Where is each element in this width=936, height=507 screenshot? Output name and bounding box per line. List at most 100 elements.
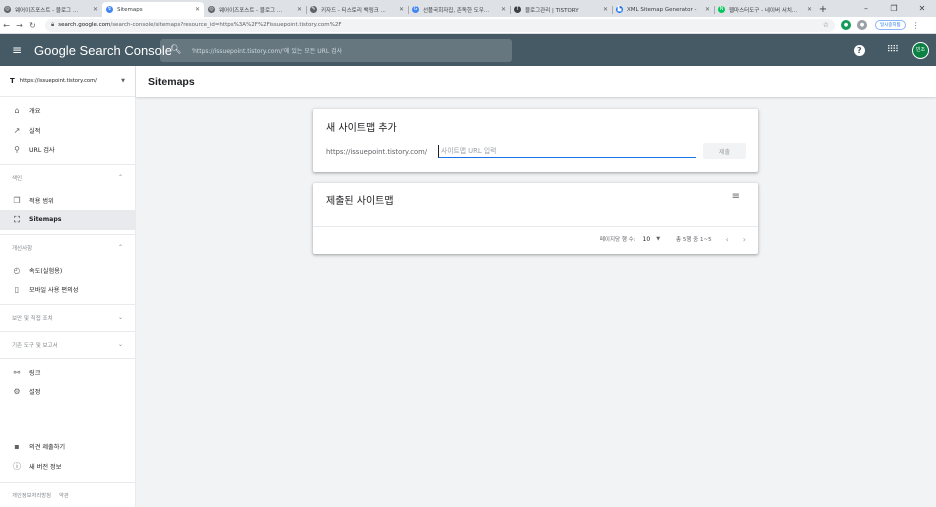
address-bar[interactable]: 🔒︎ search.google.com /search-console/sit… <box>45 18 835 32</box>
feedback-icon: ▪ <box>14 442 20 452</box>
tab-favicon-icon: G <box>412 6 419 13</box>
sidebar-item-label: URL 검사 <box>29 147 55 155</box>
add-sitemap-title: 새 사이트맵 추가 <box>326 123 397 134</box>
sidebar-item-url-inspection[interactable]: ⚲ URL 검사 <box>0 140 135 160</box>
sidebar-item-label: 새 버전 정보 <box>29 463 62 471</box>
sidebar-item-label: 개요 <box>29 108 41 116</box>
browser-tab[interactable]: ◎ 웨어이즈포스트 - 블로그 ... ✕ <box>0 2 102 17</box>
section-enhancements-header[interactable]: 개선사항 ⌃ <box>0 233 135 261</box>
sidebar-item-performance[interactable]: ↗ 실적 <box>0 121 135 141</box>
minimize-icon[interactable]: – <box>852 0 880 17</box>
sidebar-item-whats-new[interactable]: ⓘ 새 버전 정보 <box>0 457 135 477</box>
avatar[interactable]: 빈조 <box>912 41 929 59</box>
maximize-icon[interactable]: ❐ <box>880 0 908 17</box>
browser-menu-icon[interactable]: ⋮ <box>912 21 920 30</box>
url-host: search.google.com <box>58 22 111 28</box>
terms-link[interactable]: 약관 <box>59 491 69 499</box>
sidebar-item-label: 의견 제출하기 <box>29 444 66 452</box>
browser-tab[interactable]: N 웹마스터도구 - 네이버 서치... ✕ <box>714 2 816 17</box>
chevron-down-icon: ⌄ <box>117 314 123 321</box>
sidebar-item-coverage[interactable]: ❐ 적용 범위 <box>0 191 135 211</box>
browser-tab[interactable]: T 블로그관리 | TISTORY ✕ <box>510 2 612 17</box>
browser-tab[interactable]: ◎ 웨어이즈포스트 - 블로그 ... ✕ <box>204 2 306 17</box>
footer-links: 개인정보처리방침 약관 <box>0 482 135 507</box>
section-security-header[interactable]: 보안 및 직접 조치 ⌄ <box>0 303 135 331</box>
next-page-icon[interactable]: › <box>743 235 746 244</box>
sitemap-url-input[interactable] <box>438 145 696 158</box>
browser-tab[interactable]: G 선플국회자집, 존독한 도우... ✕ <box>408 2 510 17</box>
close-tab-icon[interactable]: ✕ <box>297 6 302 13</box>
help-icon[interactable]: ? <box>853 44 865 56</box>
forward-icon[interactable]: → <box>13 21 26 30</box>
privacy-link[interactable]: 개인정보처리방침 <box>12 491 51 499</box>
search-icon: 🔍︎ <box>170 45 182 55</box>
sidebar-item-label: 설정 <box>29 389 41 397</box>
phone-icon: ▯ <box>14 285 20 295</box>
close-window-icon[interactable]: ✕ <box>908 0 936 17</box>
profile-pill[interactable]: 일시중지됨 <box>875 20 906 30</box>
search-icon: ⚲ <box>14 145 20 155</box>
page-range: 총 5행 중 1~5 <box>676 237 712 243</box>
apps-grid-icon[interactable]: ⠿⠿ <box>887 45 899 55</box>
url-inspect-search[interactable]: 🔍︎ 'https://issuepoint.tistory.com/'에 있는… <box>160 38 512 62</box>
sidebar-item-speed[interactable]: ◴ 속도(실험용) <box>0 261 135 281</box>
browser-tab[interactable]: ↯ Sitemaps ✕ <box>102 2 204 17</box>
property-selector[interactable]: T https://issuepoint.tistory.com/ ▼ <box>0 66 135 97</box>
home-icon: ⌂ <box>14 106 20 116</box>
submit-button[interactable]: 제출 <box>703 143 746 159</box>
rows-per-page-select[interactable]: 10 <box>643 236 651 243</box>
extension-icon[interactable]: ● <box>841 20 851 30</box>
prev-page-icon[interactable]: ‹ <box>726 235 729 244</box>
sidebar-item-feedback[interactable]: ▪ 의견 제출하기 <box>0 437 135 457</box>
menu-icon[interactable]: ≡ <box>0 43 34 57</box>
dropdown-arrow-icon[interactable]: ▼ <box>656 236 660 242</box>
chevron-up-icon: ⌃ <box>117 244 123 251</box>
app-brand[interactable]: Google Search Console <box>34 43 172 58</box>
submitted-sitemaps-card: 제출된 사이트맵 ≡ 페이지당 행 수: 10 ▼ 총 5행 중 1~5 ‹ › <box>313 183 758 254</box>
browser-tab[interactable]: ✎ 키자드 - 티스토리 백링크 ... ✕ <box>306 2 408 17</box>
reload-icon[interactable]: ↻ <box>26 21 39 30</box>
tab-title: 웨어이즈포스트 - 블로그 ... <box>219 7 283 14</box>
back-icon[interactable]: ← <box>0 21 13 30</box>
info-icon: ⓘ <box>13 461 21 471</box>
sidebar-item-mobile-usability[interactable]: ▯ 모바일 사용 편의성 <box>0 280 135 300</box>
sidebar-item-label: 실적 <box>29 127 41 135</box>
close-tab-icon[interactable]: ✕ <box>93 6 98 13</box>
tab-favicon-icon: ▙ <box>616 6 623 13</box>
close-tab-icon[interactable]: ✕ <box>501 6 506 13</box>
speed-icon: ◴ <box>13 265 21 275</box>
tab-favicon-icon: ◎ <box>208 6 215 13</box>
sitemap-icon: ⛶ <box>14 214 20 224</box>
sidebar-item-settings[interactable]: ⚙ 설정 <box>0 382 135 402</box>
links-icon: ⚯ <box>13 367 21 377</box>
sidebar: T https://issuepoint.tistory.com/ ▼ ⌂ 개요… <box>0 66 136 507</box>
tab-title: 웹마스터도구 - 네이버 서치... <box>729 7 798 14</box>
section-index-header[interactable]: 색인 ⌃ <box>0 163 135 191</box>
close-tab-icon[interactable]: ✕ <box>807 6 812 13</box>
sitemap-url-prefix: https://issuepoint.tistory.com/ <box>326 148 428 156</box>
divider <box>313 226 758 227</box>
trending-icon: ↗ <box>13 125 21 135</box>
pagination: 페이지당 행 수: 10 ▼ 총 5행 중 1~5 ‹ › <box>600 232 746 246</box>
tab-favicon-icon: ◎ <box>4 6 11 13</box>
close-tab-icon[interactable]: ✕ <box>399 6 404 13</box>
lock-icon: 🔒︎ <box>51 21 55 28</box>
tab-favicon-icon: ✎ <box>310 6 317 13</box>
copy-icon: ❐ <box>13 195 21 205</box>
close-tab-icon[interactable]: ✕ <box>603 6 608 13</box>
bookmark-star-icon[interactable]: ☆ <box>823 21 829 29</box>
close-tab-icon[interactable]: ✕ <box>195 6 200 13</box>
section-legacy-header[interactable]: 기존 도구 및 보고서 ⌄ <box>0 330 135 358</box>
sidebar-item-sitemaps[interactable]: ⛶ Sitemaps <box>0 210 135 230</box>
sidebar-item-links[interactable]: ⚯ 링크 <box>0 363 135 383</box>
extension-icon[interactable]: ● <box>857 20 867 30</box>
rows-per-page-label: 페이지당 행 수: <box>599 237 636 243</box>
url-path: /search-console/sitemaps?resource_id=htt… <box>110 22 342 28</box>
submitted-sitemaps-title: 제출된 사이트맵 <box>326 196 394 207</box>
filter-icon[interactable]: ≡ <box>732 191 740 202</box>
new-tab-button[interactable]: + <box>816 2 830 17</box>
section-label: 보안 및 직접 조치 <box>12 315 53 322</box>
browser-tab[interactable]: ▙ XML Sitemap Generator - ✕ <box>612 2 714 17</box>
close-tab-icon[interactable]: ✕ <box>705 6 710 13</box>
sidebar-item-overview[interactable]: ⌂ 개요 <box>0 101 135 121</box>
